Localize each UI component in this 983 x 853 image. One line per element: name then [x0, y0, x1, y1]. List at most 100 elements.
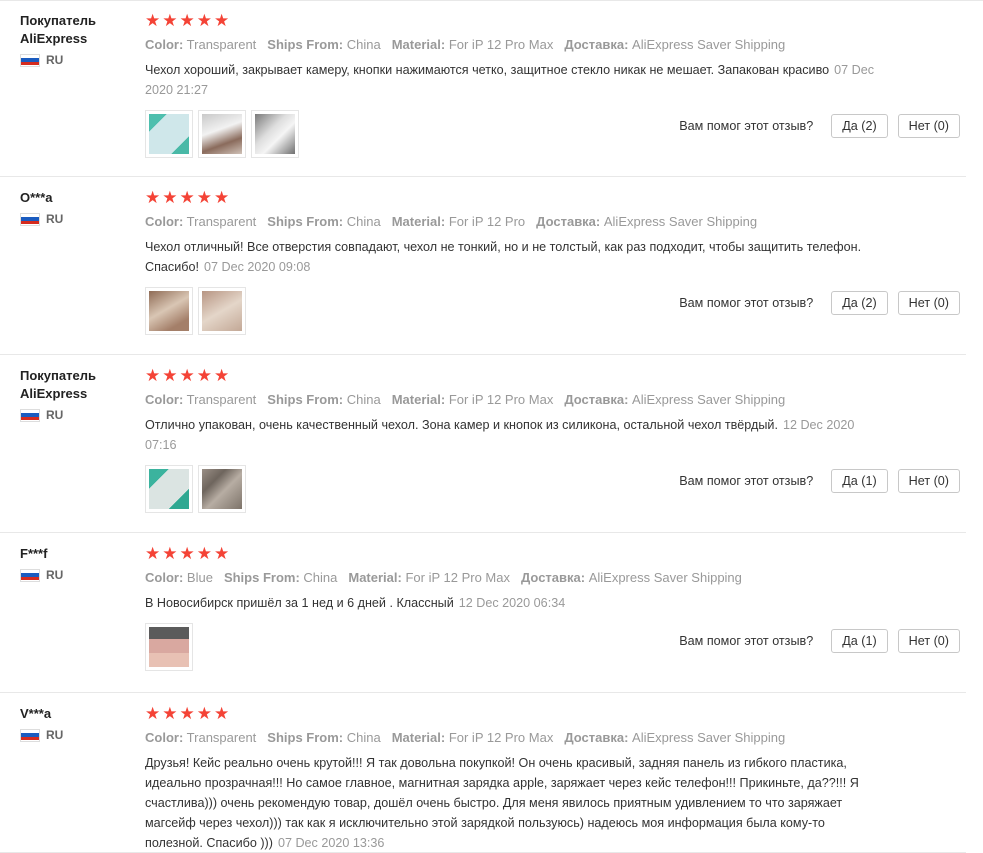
property-value: For iP 12 Pro Max	[448, 730, 554, 745]
property-value: China	[303, 570, 338, 585]
helpful-vote: Вам помог этот отзыв? Да (2) Нет (0)	[679, 291, 960, 315]
russia-flag-icon	[20, 212, 40, 226]
review-body: Отлично упакован, очень качественный чех…	[145, 418, 778, 432]
helpful-yes-button[interactable]: Да (1)	[831, 629, 888, 653]
helpful-question: Вам помог этот отзыв?	[679, 296, 814, 310]
review-photo-thumbnail[interactable]	[145, 110, 193, 158]
country-code: RU	[46, 568, 64, 582]
star-icon: ★	[145, 366, 161, 385]
property-value: Blue	[186, 570, 213, 585]
star-icon: ★	[214, 188, 230, 207]
reviewer-country: RU	[20, 212, 130, 226]
country-code: RU	[46, 728, 64, 742]
property-key: Доставка:	[536, 214, 601, 229]
property-value: China	[346, 37, 381, 52]
property-key: Color:	[145, 392, 184, 407]
review-photo-thumbnail[interactable]	[145, 465, 193, 513]
review-properties: Color: Transparent Ships From: China Mater…	[145, 36, 885, 54]
reviewer-country: RU	[20, 408, 130, 422]
review-body: В Новосибирск пришёл за 1 нед и 6 дней .…	[145, 596, 454, 610]
star-icon: ★	[214, 366, 230, 385]
helpful-question: Вам помог этот отзыв?	[679, 474, 814, 488]
property-value: Transparent	[186, 37, 257, 52]
property-value: For iP 12 Pro	[448, 214, 526, 229]
review-text: Отлично упакован, очень качественный чех…	[145, 415, 875, 455]
property-key: Color:	[145, 214, 184, 229]
star-rating: ★ ★ ★ ★ ★	[145, 367, 885, 385]
helpful-no-button[interactable]: Нет (0)	[897, 291, 960, 315]
property-key: Доставка:	[564, 37, 629, 52]
review-item: Покупатель AliExpress RU ★ ★ ★ ★ ★ Color: Tr…	[0, 355, 966, 533]
property-key: Color:	[145, 730, 184, 745]
review-content: ★ ★ ★ ★ ★ Color: Transparent Ships From: Chin…	[145, 705, 885, 853]
review-date: 07 Dec 2020 09:08	[203, 260, 311, 274]
review-property: Material: For iP 12 Pro Max	[392, 37, 554, 52]
helpful-yes-button[interactable]: Да (1)	[831, 469, 888, 493]
star-icon: ★	[145, 188, 161, 207]
review-item: F***f RU ★ ★ ★ ★ ★ Color: Blue Ships From: Ch…	[0, 533, 966, 693]
review-property: Color: Transparent	[145, 37, 256, 52]
review-properties: Color: Transparent Ships From: China Mater…	[145, 391, 885, 409]
country-code: RU	[46, 53, 64, 67]
review-photo-thumbnail[interactable]	[145, 623, 193, 671]
review-property: Material: For iP 12 Pro Max	[392, 392, 554, 407]
helpful-yes-button[interactable]: Да (2)	[831, 291, 888, 315]
russia-flag-icon	[20, 408, 40, 422]
reviewer-name: Покупатель AliExpress	[20, 368, 96, 401]
review-photo-thumbnail[interactable]	[198, 110, 246, 158]
star-icon: ★	[179, 11, 195, 30]
review-property: Color: Transparent	[145, 214, 256, 229]
review-photo-thumbnail[interactable]	[145, 287, 193, 335]
helpful-question: Вам помог этот отзыв?	[679, 634, 814, 648]
review-date: 07 Dec 2020 13:36	[277, 836, 385, 850]
helpful-no-button[interactable]: Нет (0)	[897, 469, 960, 493]
star-icon: ★	[196, 11, 212, 30]
star-icon: ★	[179, 366, 195, 385]
review-property: Material: For iP 12 Pro Max	[348, 570, 510, 585]
property-value: For iP 12 Pro Max	[405, 570, 510, 585]
review-property: Color: Transparent	[145, 392, 256, 407]
property-key: Material:	[391, 214, 446, 229]
property-value: Transparent	[186, 392, 257, 407]
helpful-no-button[interactable]: Нет (0)	[897, 114, 960, 138]
review-item: V***a RU ★ ★ ★ ★ ★ Color: Transparent Ships F…	[0, 693, 966, 853]
review-item: Покупатель AliExpress RU ★ ★ ★ ★ ★ Color: Tr…	[0, 0, 966, 177]
review-properties: Color: Transparent Ships From: China Mater…	[145, 729, 885, 747]
review-property: Доставка: AliExpress Saver Shipping	[564, 37, 785, 52]
russia-flag-icon	[20, 728, 40, 742]
photo-image	[149, 627, 189, 667]
property-key: Ships From:	[267, 730, 344, 745]
star-icon: ★	[196, 544, 212, 563]
review-property: Доставка: AliExpress Saver Shipping	[521, 570, 742, 585]
reviewer-info: Покупатель AliExpress RU	[20, 367, 130, 422]
review-photo-thumbnail[interactable]	[198, 287, 246, 335]
helpful-question: Вам помог этот отзыв?	[679, 119, 814, 133]
review-property: Material: For iP 12 Pro	[392, 214, 525, 229]
property-value: AliExpress Saver Shipping	[588, 570, 742, 585]
property-key: Ships From:	[223, 570, 300, 585]
photo-image	[202, 469, 242, 509]
property-key: Color:	[145, 570, 184, 585]
star-icon: ★	[145, 704, 161, 723]
star-rating: ★ ★ ★ ★ ★	[145, 12, 885, 30]
property-value: China	[346, 392, 381, 407]
star-icon: ★	[162, 704, 178, 723]
helpful-vote: Вам помог этот отзыв? Да (1) Нет (0)	[679, 629, 960, 653]
review-list: Покупатель AliExpress RU ★ ★ ★ ★ ★ Color: Tr…	[0, 0, 983, 853]
property-value: For iP 12 Pro Max	[448, 37, 554, 52]
property-value: AliExpress Saver Shipping	[632, 392, 786, 407]
review-text: В Новосибирск пришёл за 1 нед и 6 дней .…	[145, 593, 875, 613]
review-property: Ships From: China	[267, 730, 380, 745]
review-photo-thumbnail[interactable]	[198, 465, 246, 513]
helpful-yes-button[interactable]: Да (2)	[831, 114, 888, 138]
star-icon: ★	[162, 366, 178, 385]
star-rating: ★ ★ ★ ★ ★	[145, 189, 885, 207]
helpful-no-button[interactable]: Нет (0)	[897, 629, 960, 653]
reviewer-info: F***f RU	[20, 545, 130, 582]
reviewer-info: O***a RU	[20, 189, 130, 226]
star-icon: ★	[179, 544, 195, 563]
review-text: Чехол отличный! Все отверстия совпадают,…	[145, 237, 875, 277]
property-key: Material:	[391, 392, 446, 407]
review-photo-thumbnail[interactable]	[251, 110, 299, 158]
property-key: Доставка:	[564, 730, 629, 745]
